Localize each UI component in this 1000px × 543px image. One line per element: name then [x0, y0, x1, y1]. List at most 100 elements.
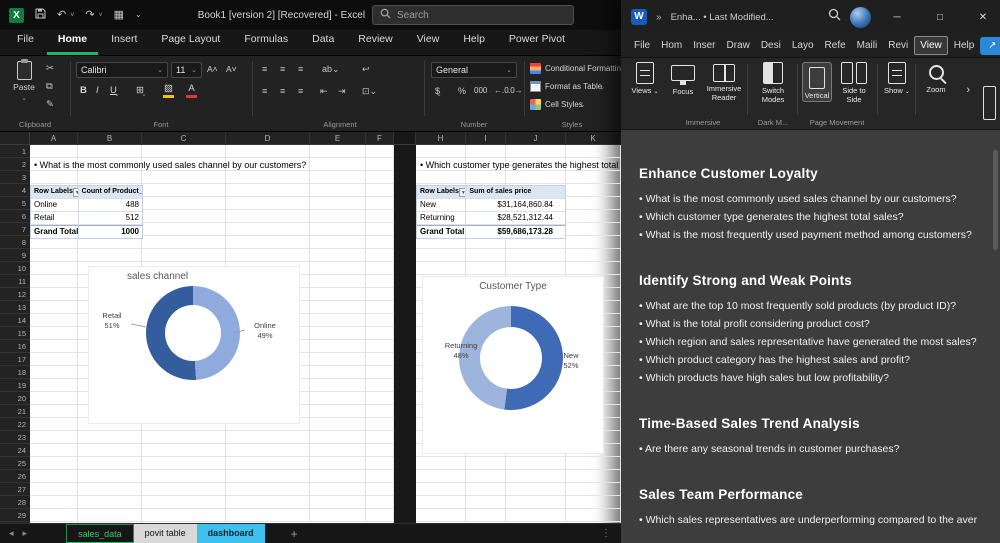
- sheet-tab-dashboard[interactable]: dashboard: [197, 524, 265, 543]
- percent-style-button[interactable]: %: [458, 87, 466, 96]
- chevron-down-icon[interactable]: ⌄: [114, 90, 120, 98]
- bold-button[interactable]: B: [80, 85, 87, 96]
- tab-mailings[interactable]: Maili: [852, 37, 883, 54]
- column-header[interactable]: A: [30, 132, 78, 144]
- grow-font-button[interactable]: A˄: [207, 65, 218, 74]
- column-header[interactable]: F: [366, 132, 394, 144]
- side-to-side-button[interactable]: Side to Side: [835, 62, 873, 104]
- new-sheet-button[interactable]: +: [291, 527, 298, 541]
- tab-view[interactable]: View: [914, 36, 948, 55]
- row-header[interactable]: 12: [0, 288, 30, 301]
- font-size-select[interactable]: 11⌄: [171, 62, 202, 78]
- share-button[interactable]: ↗ Share ⌄: [980, 37, 1000, 55]
- increase-decimal-button[interactable]: ←.0: [494, 87, 509, 95]
- close-button[interactable]: ✕: [966, 12, 1000, 23]
- chevron-down-icon[interactable]: ⌄: [141, 90, 147, 98]
- tab-review[interactable]: Review: [347, 28, 403, 55]
- tab-insert[interactable]: Insert: [100, 28, 148, 55]
- column-header[interactable]: H: [416, 132, 466, 144]
- row-header[interactable]: 5: [0, 197, 30, 210]
- tab-review[interactable]: Revi: [883, 37, 913, 54]
- row-header[interactable]: 1: [0, 145, 30, 158]
- tab-page-layout[interactable]: Page Layout: [150, 28, 231, 55]
- sheet-prev-icon[interactable]: ◂: [0, 528, 23, 539]
- decrease-indent-button[interactable]: ⇤: [320, 87, 328, 96]
- row-header[interactable]: 22: [0, 418, 30, 431]
- minimize-button[interactable]: ─: [880, 12, 914, 23]
- align-center-button[interactable]: ≡: [280, 87, 285, 96]
- tab-data[interactable]: Data: [301, 28, 345, 55]
- vertical-button[interactable]: Vertical: [802, 62, 832, 102]
- format-painter-icon[interactable]: ✎: [46, 100, 54, 110]
- orientation-button[interactable]: ab⌄: [322, 65, 340, 74]
- more-icon[interactable]: ⋮: [601, 528, 621, 539]
- sheet-tab-povit-table[interactable]: povit table: [134, 524, 197, 543]
- table-icon[interactable]: ▦: [114, 10, 124, 21]
- tab-help[interactable]: Help: [949, 37, 980, 54]
- row-header[interactable]: 13: [0, 301, 30, 314]
- search-icon[interactable]: [828, 8, 841, 26]
- format-as-table-button[interactable]: Format as Table ⌄: [530, 81, 621, 92]
- chevron-down-icon[interactable]: ˅: [99, 12, 103, 19]
- row-header[interactable]: 11: [0, 275, 30, 288]
- row-header[interactable]: 25: [0, 457, 30, 470]
- chart-sales-channel[interactable]: sales channel Retail51% Online49%: [88, 266, 300, 424]
- sheet-tab-sales-data[interactable]: sales_data: [66, 524, 134, 543]
- document-canvas[interactable]: Enhance Customer Loyalty What is the mos…: [621, 130, 1000, 543]
- maximize-button[interactable]: □: [923, 12, 957, 23]
- row-header[interactable]: 8: [0, 236, 30, 249]
- align-bottom-button[interactable]: ≡: [298, 65, 303, 74]
- tab-file[interactable]: File: [6, 28, 45, 55]
- undo-icon[interactable]: ↶: [57, 10, 66, 21]
- scrollbar-thumb[interactable]: [993, 150, 998, 250]
- save-icon[interactable]: [35, 8, 46, 22]
- question-cell-1[interactable]: • What is the most commonly used sales c…: [34, 160, 306, 170]
- doughnut-sales-channel[interactable]: [146, 286, 240, 380]
- tab-formulas[interactable]: Formulas: [233, 28, 299, 55]
- immersive-reader-button[interactable]: Immersive Reader: [703, 62, 745, 102]
- row-header[interactable]: 21: [0, 405, 30, 418]
- copy-icon[interactable]: ⧉: [46, 82, 53, 92]
- tab-home[interactable]: Hom: [656, 37, 687, 54]
- paste-button[interactable]: Paste ⌄: [7, 61, 41, 117]
- row-header[interactable]: 16: [0, 340, 30, 353]
- merge-center-button[interactable]: ⊡⌄: [362, 87, 377, 96]
- tab-layout[interactable]: Layo: [787, 37, 819, 54]
- shrink-font-button[interactable]: A˅: [226, 65, 237, 74]
- row-header[interactable]: 6: [0, 210, 30, 223]
- search-box[interactable]: [372, 5, 574, 25]
- tab-file[interactable]: File: [629, 37, 655, 54]
- sheet-next-icon[interactable]: ▸: [23, 528, 37, 539]
- row-header[interactable]: 27: [0, 483, 30, 496]
- pivot-table-sales-channel[interactable]: Row Labels▼ Count of Product_ID Online 4…: [30, 185, 143, 239]
- focus-button[interactable]: Focus: [667, 62, 699, 97]
- row-header[interactable]: 4: [0, 184, 30, 197]
- row-header[interactable]: 17: [0, 353, 30, 366]
- number-format-select[interactable]: General⌄: [431, 62, 517, 78]
- row-header[interactable]: 19: [0, 379, 30, 392]
- row-header[interactable]: 24: [0, 444, 30, 457]
- column-header[interactable]: J: [506, 132, 566, 144]
- column-header[interactable]: E: [310, 132, 366, 144]
- column-header[interactable]: K: [566, 132, 621, 144]
- row-header[interactable]: 23: [0, 431, 30, 444]
- font-name-select[interactable]: Calibri⌄: [76, 62, 168, 78]
- tab-help[interactable]: Help: [452, 28, 496, 55]
- search-input[interactable]: [397, 10, 547, 21]
- tab-view[interactable]: View: [406, 28, 451, 55]
- row-header[interactable]: 18: [0, 366, 30, 379]
- tab-references[interactable]: Refe: [820, 37, 851, 54]
- row-header[interactable]: 10: [0, 262, 30, 275]
- column-header[interactable]: I: [466, 132, 506, 144]
- row-header[interactable]: 15: [0, 327, 30, 340]
- align-left-button[interactable]: ≡: [262, 87, 267, 96]
- increase-indent-button[interactable]: ⇥: [338, 87, 346, 96]
- cut-icon[interactable]: ✂: [46, 64, 54, 74]
- column-header[interactable]: B: [78, 132, 142, 144]
- align-top-button[interactable]: ≡: [262, 65, 267, 74]
- avatar[interactable]: [850, 7, 871, 28]
- column-header[interactable]: D: [226, 132, 310, 144]
- ribbon-more-button[interactable]: [983, 86, 996, 120]
- question-cell-2[interactable]: • Which customer type generates the high…: [420, 160, 620, 170]
- chevron-down-icon[interactable]: ⌄: [436, 90, 442, 98]
